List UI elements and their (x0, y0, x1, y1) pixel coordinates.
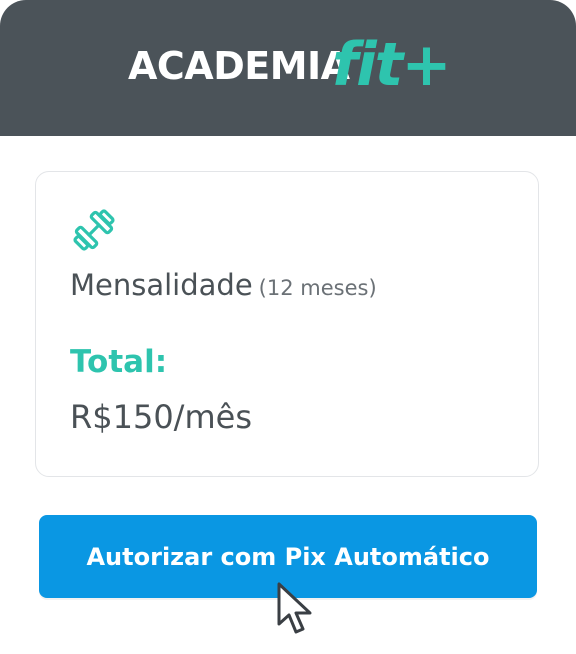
pointer-cursor-icon (277, 582, 312, 634)
app-header: ACADEMIA fit+ (0, 0, 576, 136)
total-label: Total: (70, 344, 168, 380)
plan-card: Mensalidade (12 meses) Total: R$150/mês (35, 171, 539, 477)
brand-name: ACADEMIA (128, 44, 350, 88)
total-value: R$150/mês (70, 398, 252, 436)
brand-logo: ACADEMIA fit+ (128, 30, 458, 108)
plan-duration: (12 meses) (258, 276, 377, 300)
payment-screen: ACADEMIA fit+ Mensalidade (12 meses) Tota… (0, 0, 576, 654)
plan-summary: Mensalidade (12 meses) (70, 268, 377, 302)
brand-accent: fit+ (332, 30, 452, 100)
dumbbell-icon (73, 209, 115, 251)
plan-name: Mensalidade (70, 268, 253, 302)
